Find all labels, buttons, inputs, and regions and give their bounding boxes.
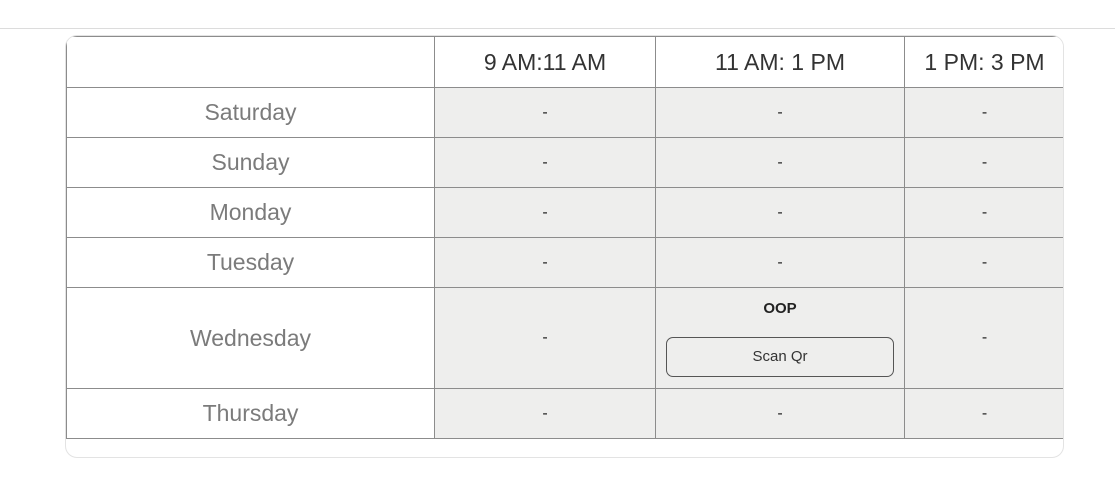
day-label: Sunday (66, 137, 435, 188)
time-slot-header: 9 AM:11 AM (434, 36, 656, 88)
header-row: 9 AM:11 AM 11 AM: 1 PM 1 PM: 3 PM (66, 36, 1063, 88)
slot-cell-empty: - (655, 237, 905, 288)
time-slot-header: 11 AM: 1 PM (655, 36, 905, 88)
corner-header (66, 36, 435, 88)
slot-cell-empty: - (434, 237, 656, 288)
schedule-card: 9 AM:11 AM 11 AM: 1 PM 1 PM: 3 PM Saturd… (65, 35, 1064, 458)
day-label: Wednesday (66, 287, 435, 389)
day-label: Tuesday (66, 237, 435, 288)
slot-cell-empty: - (904, 237, 1063, 288)
slot-cell-empty: - (655, 388, 905, 439)
slot-cell-empty: - (655, 137, 905, 188)
slot-cell-empty: - (904, 287, 1063, 389)
slot-cell-empty: - (434, 87, 656, 138)
table-row-thursday: Thursday - - - (66, 388, 1063, 439)
slot-cell-empty: - (904, 388, 1063, 439)
day-label: Thursday (66, 388, 435, 439)
slot-cell-empty: - (434, 287, 656, 389)
page-divider (0, 28, 1115, 29)
slot-cell-empty: - (904, 187, 1063, 238)
slot-cell-empty: - (904, 87, 1063, 138)
day-label: Monday (66, 187, 435, 238)
table-row-tuesday: Tuesday - - - (66, 237, 1063, 288)
slot-cell-empty: - (904, 137, 1063, 188)
time-slot-header: 1 PM: 3 PM (904, 36, 1063, 88)
slot-cell-empty: - (434, 137, 656, 188)
slot-cell-empty: - (655, 87, 905, 138)
slot-cell-booked: OOP Scan Qr (655, 287, 905, 389)
table-row-monday: Monday - - - (66, 187, 1063, 238)
table-row-sunday: Sunday - - - (66, 137, 1063, 188)
slot-cell-empty: - (434, 388, 656, 439)
table-row-wednesday: Wednesday - OOP Scan Qr - (66, 287, 1063, 389)
course-name: OOP (763, 299, 797, 317)
schedule-table: 9 AM:11 AM 11 AM: 1 PM 1 PM: 3 PM Saturd… (66, 36, 1063, 439)
slot-cell-empty: - (655, 187, 905, 238)
table-row-saturday: Saturday - - - (66, 87, 1063, 138)
day-label: Saturday (66, 87, 435, 138)
slot-cell-empty: - (434, 187, 656, 238)
scan-qr-button[interactable]: Scan Qr (666, 336, 894, 377)
